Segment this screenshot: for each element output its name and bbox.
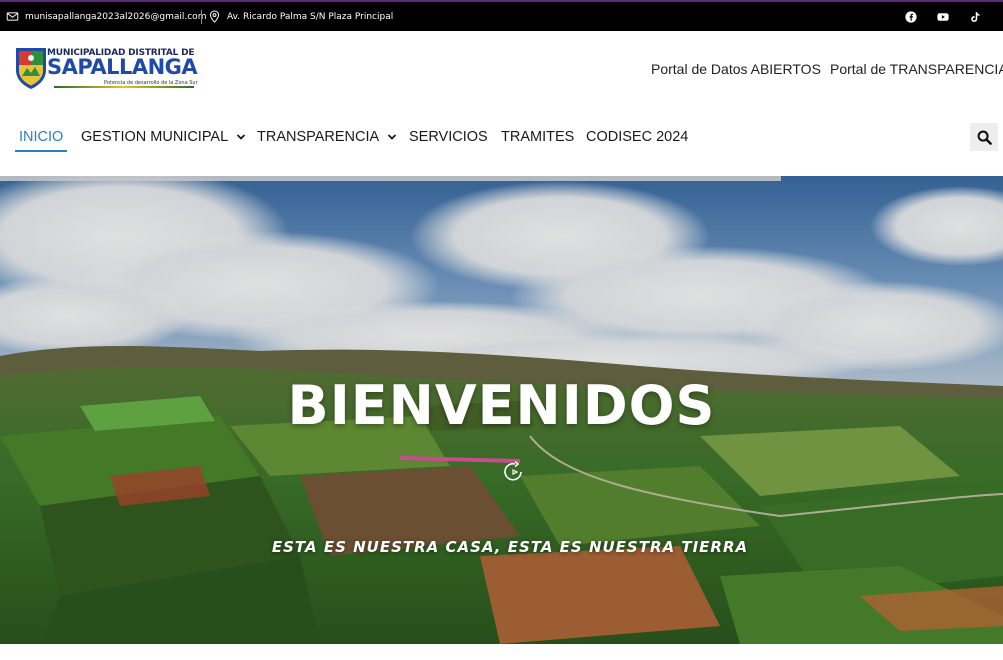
nav-label: SERVICIOS <box>409 129 488 145</box>
logo-line2: SAPALLANGA <box>47 55 198 79</box>
address-text: Av. Ricardo Palma S/N Plaza Principal <box>227 11 394 22</box>
hero-title: BIENVENIDOS <box>287 374 716 437</box>
nav-label: TRANSPARENCIA <box>257 129 380 145</box>
facebook-link[interactable] <box>905 2 923 31</box>
email-text: munisapallanga2023al2026@gmail.com <box>25 11 207 22</box>
tiktok-link[interactable] <box>969 2 987 31</box>
page-bottom <box>0 644 1003 660</box>
logo-underline <box>54 86 194 88</box>
site-header: MUNICIPALIDAD DISTRITAL DE SAPALLANGA Po… <box>0 31 1003 176</box>
divider <box>201 10 202 24</box>
link-datos-abiertos[interactable]: Portal de Datos ABIERTOS <box>651 61 821 77</box>
envelope-icon <box>6 12 19 21</box>
search-icon <box>977 130 992 145</box>
refresh-icon[interactable] <box>503 460 527 484</box>
email-contact[interactable]: munisapallanga2023al2026@gmail.com <box>6 2 206 31</box>
search-button[interactable] <box>970 123 998 151</box>
top-contact-bar: munisapallanga2023al2026@gmail.com Av. R… <box>0 0 1003 31</box>
coat-of-arms-icon <box>16 48 46 89</box>
youtube-icon <box>937 12 949 21</box>
nav-label: INICIO <box>19 129 64 145</box>
nav-label: CODISEC 2024 <box>586 129 689 145</box>
logo-tagline: Potencia de desarrollo de la Zona Sur <box>104 80 198 86</box>
nav-item-gestion-municipal[interactable]: GESTION MUNICIPAL <box>81 121 246 153</box>
nav-label: TRAMITES <box>501 129 575 145</box>
hero-subtitle: ESTA ES NUESTRA CASA, ESTA ES NUESTRA TI… <box>271 538 749 556</box>
slider-progress-bar <box>0 176 781 181</box>
youtube-link[interactable] <box>937 2 955 31</box>
facebook-icon <box>905 10 917 23</box>
nav-label: GESTION MUNICIPAL <box>81 129 229 145</box>
nav-item-transparencia[interactable]: TRANSPARENCIA <box>257 121 397 153</box>
municipal-logo[interactable]: MUNICIPALIDAD DISTRITAL DE SAPALLANGA Po… <box>14 46 199 92</box>
address-contact: Av. Ricardo Palma S/N Plaza Principal <box>208 2 393 31</box>
tiktok-icon <box>971 11 980 22</box>
nav-item-inicio[interactable]: INICIO <box>14 121 68 153</box>
hero-slider: BIENVENIDOS ESTA ES NUESTRA CASA, ESTA E… <box>0 176 1003 644</box>
chevron-down-icon <box>388 134 397 140</box>
nav-item-servicios[interactable]: SERVICIOS <box>409 121 488 153</box>
map-pin-icon <box>209 10 220 23</box>
chevron-down-icon <box>237 134 246 140</box>
nav-item-tramites[interactable]: TRAMITES <box>501 121 574 153</box>
nav-item-codisec[interactable]: CODISEC 2024 <box>586 121 688 153</box>
link-portal-transparencia[interactable]: Portal de TRANSPARENCIA <box>830 61 1003 77</box>
